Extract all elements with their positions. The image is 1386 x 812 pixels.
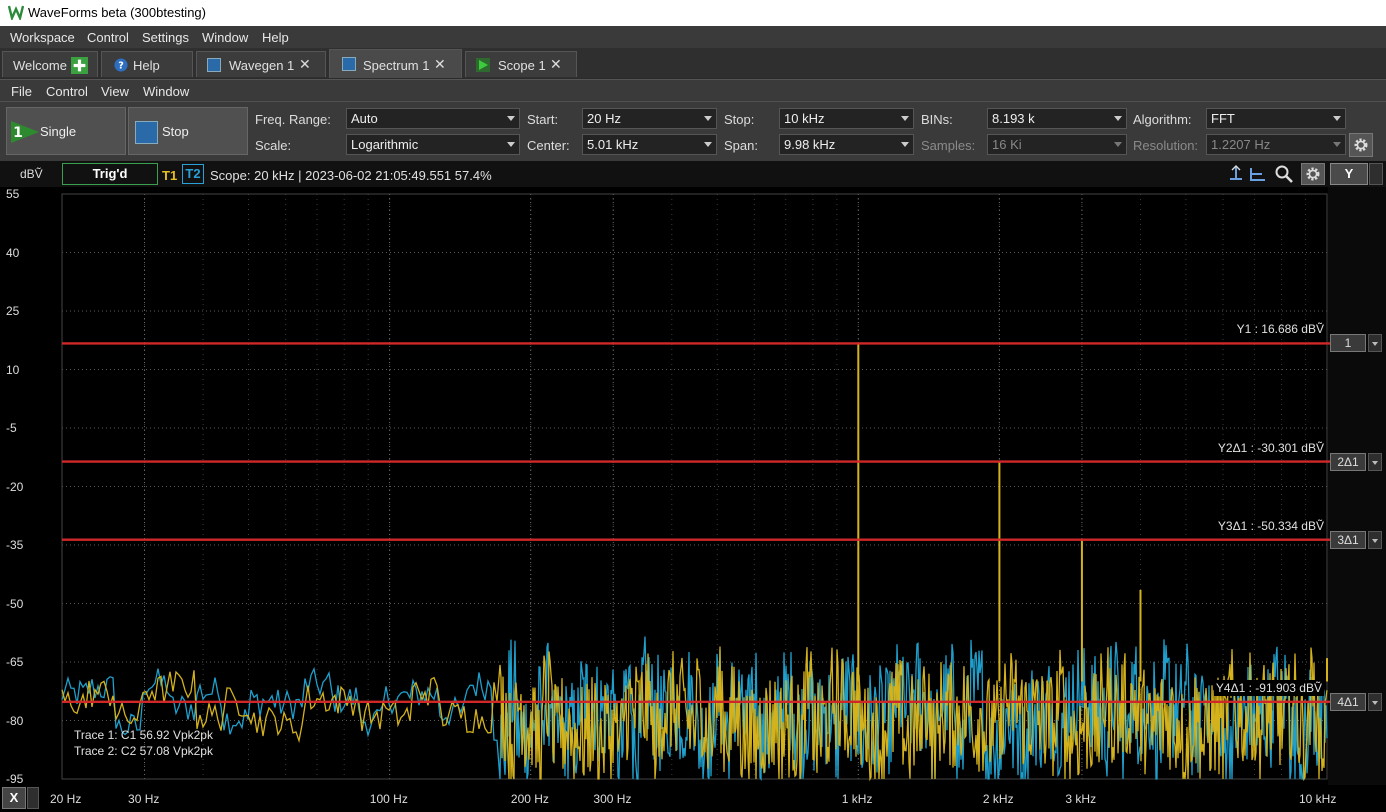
x-tick-label: 20 Hz (50, 792, 82, 806)
cursor-tag-dropdown[interactable] (1368, 692, 1382, 711)
x-axis-button[interactable]: X (2, 787, 26, 809)
cursor-tag[interactable]: 1 (1330, 334, 1366, 353)
trace1-info: Trace 1: C1 56.92 Vpk2pk (74, 728, 213, 742)
y-tick-label: -95 (6, 772, 24, 786)
trace2-info: Trace 2: C2 57.08 Vpk2pk (74, 744, 213, 758)
cursor-value-label: Y4Δ1 : -91.903 dBṼ (1213, 679, 1324, 696)
y-tick-label: -65 (6, 655, 24, 669)
x-tick-label: 2 kHz (982, 792, 1014, 806)
y-tick-label: -80 (6, 713, 24, 728)
y-tick-label: 25 (6, 304, 20, 318)
y-tick-label: -50 (6, 596, 24, 611)
x-tick-label: 300 Hz (593, 792, 632, 806)
x-tick-label: 30 Hz (128, 792, 160, 806)
cursor-value-label: Y1 : 16.686 dBṼ (1236, 322, 1324, 337)
cursor-tag[interactable]: 4Δ1 (1330, 692, 1366, 711)
x-tick-label: 10 kHz (1299, 792, 1337, 806)
y-tick-label: -35 (6, 538, 24, 552)
x-tick-label: 1 kHz (841, 792, 873, 806)
y-tick-label: -20 (6, 479, 24, 494)
cursor-value-label: Y3Δ1 : -50.334 dBṼ (1217, 518, 1324, 533)
x-axis-dropdown[interactable] (27, 787, 39, 809)
x-tick-label: 200 Hz (510, 792, 549, 806)
cursor-tag-dropdown[interactable] (1368, 452, 1382, 471)
x-tick-label: 3 kHz (1065, 792, 1097, 806)
y-tick-label: -5 (6, 421, 17, 435)
cursor-tag[interactable]: 3Δ1 (1330, 530, 1366, 549)
y-tick-label: 10 (6, 362, 20, 377)
cursor-tag[interactable]: 2Δ1 (1330, 452, 1366, 471)
x-tick-label: 100 Hz (369, 792, 408, 806)
cursor-tag-dropdown[interactable] (1368, 334, 1382, 353)
cursor-value-label: Y2Δ1 : -30.301 dBṼ (1217, 440, 1324, 455)
cursor-tag-dropdown[interactable] (1368, 530, 1382, 549)
spectrum-chart[interactable] (0, 0, 1386, 812)
y-tick-label: 40 (6, 245, 20, 260)
y-tick-label: 55 (6, 187, 20, 201)
